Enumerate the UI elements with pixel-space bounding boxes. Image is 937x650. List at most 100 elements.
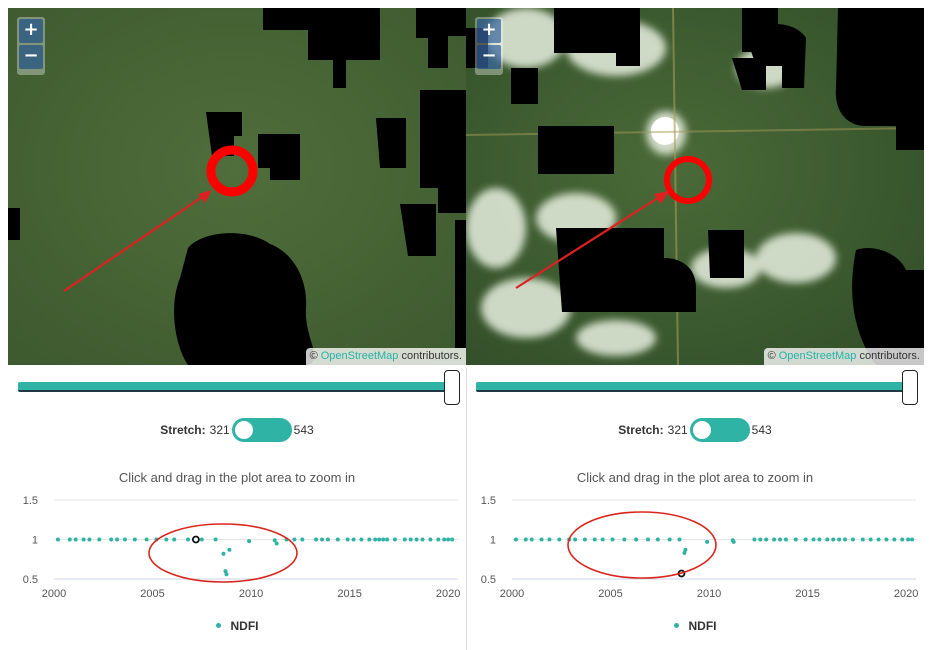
data-point[interactable] (793, 537, 798, 542)
data-point[interactable] (529, 537, 534, 542)
data-point[interactable] (892, 537, 897, 542)
selected-point[interactable] (191, 535, 200, 544)
data-point[interactable] (377, 537, 382, 542)
data-point[interactable] (811, 537, 816, 542)
data-point[interactable] (247, 539, 252, 544)
zoom-in-button[interactable]: + (477, 19, 501, 43)
data-point[interactable] (67, 537, 72, 542)
data-point[interactable] (227, 547, 232, 552)
data-point[interactable] (667, 537, 672, 542)
data-point[interactable] (573, 537, 578, 542)
stretch-toggle[interactable] (231, 418, 292, 442)
data-point[interactable] (345, 537, 350, 542)
data-point[interactable] (778, 537, 783, 542)
data-point[interactable] (523, 537, 528, 542)
data-point[interactable] (731, 539, 736, 544)
data-point[interactable] (373, 537, 378, 542)
data-point[interactable] (351, 537, 356, 542)
ndfi-scatter-plot[interactable]: 0.5 1 1.5 2000 2005 2010 2015 2020 (466, 490, 924, 615)
data-point[interactable] (557, 537, 562, 542)
data-point[interactable] (622, 537, 627, 542)
data-point[interactable] (87, 537, 92, 542)
toggle-knob[interactable] (692, 421, 711, 439)
data-point[interactable] (910, 537, 915, 542)
toggle-knob[interactable] (234, 421, 253, 439)
data-point[interactable] (314, 537, 319, 542)
data-point[interactable] (414, 537, 419, 542)
data-point[interactable] (97, 537, 102, 542)
data-point[interactable] (772, 537, 777, 542)
slider-track[interactable] (476, 382, 906, 392)
slider-handle[interactable] (902, 370, 918, 405)
data-point[interactable] (335, 537, 340, 542)
data-point[interactable] (115, 537, 120, 542)
zoom-out-button[interactable]: − (19, 45, 43, 69)
data-point[interactable] (436, 537, 441, 542)
data-point[interactable] (900, 537, 905, 542)
data-point[interactable] (645, 537, 650, 542)
data-point[interactable] (592, 537, 597, 542)
data-point[interactable] (73, 537, 78, 542)
data-point[interactable] (221, 551, 226, 556)
data-point[interactable] (428, 537, 433, 542)
data-point[interactable] (325, 537, 330, 542)
slider-track[interactable] (18, 382, 448, 392)
data-point[interactable] (610, 537, 615, 542)
data-point[interactable] (420, 537, 425, 542)
data-point[interactable] (803, 537, 808, 542)
slider-handle[interactable] (444, 370, 460, 405)
data-point[interactable] (539, 537, 544, 542)
data-point[interactable] (655, 537, 660, 542)
data-point[interactable] (860, 537, 865, 542)
date-slider[interactable] (476, 370, 918, 410)
data-point[interactable] (600, 537, 605, 542)
data-point[interactable] (446, 537, 451, 542)
data-point[interactable] (831, 537, 836, 542)
data-point[interactable] (884, 537, 889, 542)
data-point[interactable] (843, 537, 848, 542)
data-point[interactable] (55, 537, 60, 542)
data-point[interactable] (367, 537, 372, 542)
plot-legend[interactable]: NDFI (8, 619, 466, 633)
data-point[interactable] (274, 541, 279, 546)
data-point[interactable] (385, 537, 390, 542)
satellite-map[interactable]: + − © OpenStreetMap contributors. (466, 8, 924, 365)
data-point[interactable] (224, 572, 229, 577)
data-point[interactable] (758, 537, 763, 542)
data-point[interactable] (292, 537, 297, 542)
stretch-toggle[interactable] (689, 418, 750, 442)
data-point[interactable] (81, 537, 86, 542)
data-point[interactable] (450, 537, 455, 542)
data-point[interactable] (764, 537, 769, 542)
data-point[interactable] (906, 537, 911, 542)
data-point[interactable] (634, 537, 639, 542)
osm-link[interactable]: OpenStreetMap (779, 350, 857, 362)
data-point[interactable] (850, 537, 855, 542)
data-point[interactable] (320, 537, 325, 542)
plot-legend[interactable]: NDFI (466, 619, 924, 633)
data-point[interactable] (408, 537, 413, 542)
data-point[interactable] (513, 537, 518, 542)
data-point[interactable] (868, 537, 873, 542)
data-point[interactable] (132, 537, 137, 542)
data-point[interactable] (402, 537, 407, 542)
data-point[interactable] (547, 537, 552, 542)
data-point[interactable] (837, 537, 842, 542)
data-point[interactable] (359, 537, 364, 542)
date-slider[interactable] (18, 370, 460, 410)
data-point[interactable] (381, 537, 386, 542)
data-point[interactable] (199, 537, 204, 542)
data-point[interactable] (144, 537, 149, 542)
data-point[interactable] (582, 537, 587, 542)
data-point[interactable] (705, 539, 710, 544)
data-point[interactable] (677, 537, 682, 542)
data-point[interactable] (783, 537, 788, 542)
satellite-map[interactable]: + − © OpenStreetMap contributors. (8, 8, 466, 365)
data-point[interactable] (876, 537, 881, 542)
data-point[interactable] (392, 537, 397, 542)
data-point[interactable] (213, 537, 218, 542)
data-point[interactable] (442, 537, 447, 542)
data-point[interactable] (172, 537, 177, 542)
osm-link[interactable]: OpenStreetMap (321, 350, 399, 362)
data-point[interactable] (109, 537, 114, 542)
